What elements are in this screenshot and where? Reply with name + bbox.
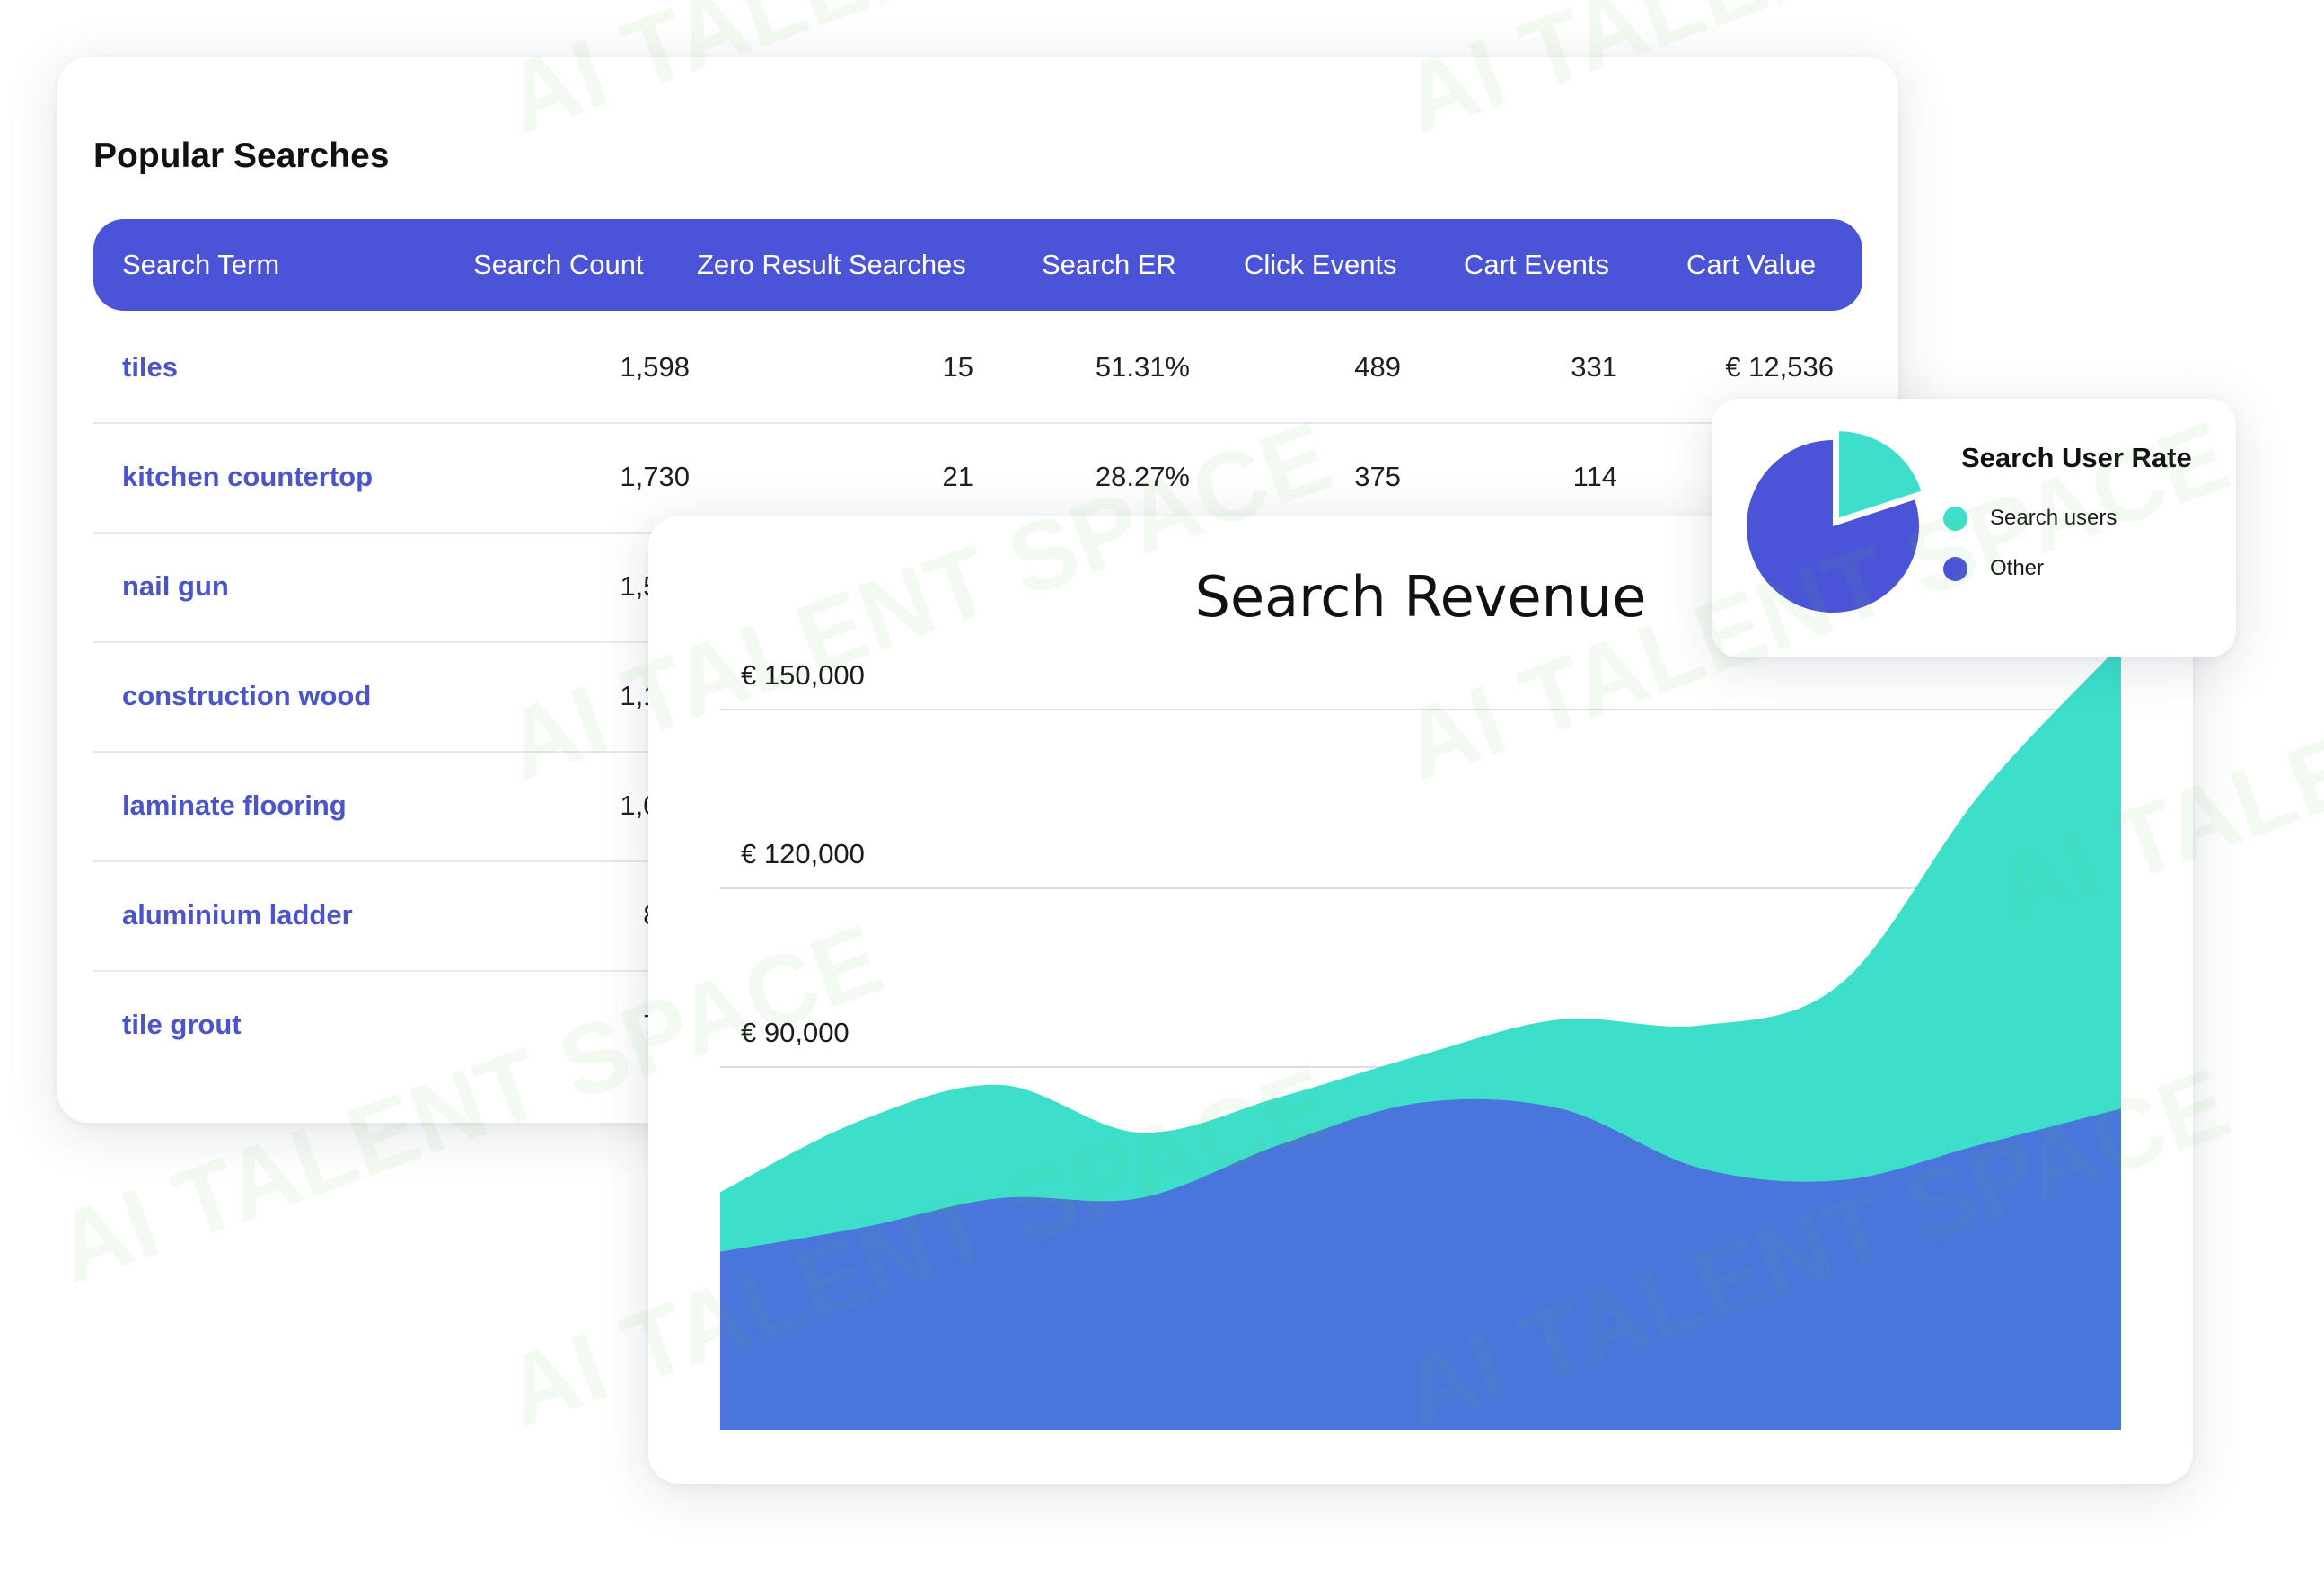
search-term-link[interactable]: construction wood bbox=[122, 641, 371, 751]
search-er-cell: 51.31% bbox=[1095, 351, 1190, 383]
search-term-link[interactable]: tile grout bbox=[122, 970, 242, 1080]
table-row[interactable]: tiles 1,598 15 51.31% 489 331 € 12,536 bbox=[93, 313, 1862, 424]
search-term-link[interactable]: tiles bbox=[122, 313, 178, 422]
column-header-zero-result-searches[interactable]: Zero Result Searches bbox=[697, 219, 966, 311]
popular-searches-title: Popular Searches bbox=[93, 137, 390, 175]
legend-swatch bbox=[1943, 557, 1967, 581]
legend-label: Search users bbox=[1990, 506, 2117, 530]
y-tick-label: € 150,000 bbox=[741, 659, 865, 691]
search-revenue-title: Search Revenue bbox=[1195, 564, 1647, 630]
column-header-search-term[interactable]: Search Term bbox=[122, 219, 279, 311]
search-count-cell: 1,598 bbox=[620, 351, 690, 383]
search-term-link[interactable]: aluminium ladder bbox=[122, 860, 353, 970]
search-user-rate-title: Search User Rate bbox=[1961, 442, 2192, 473]
chart-areas bbox=[720, 644, 2121, 1430]
zero-result-cell: 15 bbox=[942, 351, 973, 383]
column-header-click-events[interactable]: Click Events bbox=[1244, 219, 1397, 311]
search-revenue-card: Search Revenue € 150,000 € 120,000 € 90,… bbox=[648, 516, 2193, 1484]
cart-events-cell: 331 bbox=[1571, 351, 1617, 383]
legend-swatch bbox=[1943, 507, 1967, 531]
search-term-link[interactable]: nail gun bbox=[122, 532, 229, 641]
search-term-link[interactable]: laminate flooring bbox=[122, 751, 347, 860]
table-header: Search Term Search Count Zero Result Sea… bbox=[93, 219, 1862, 311]
search-term-link[interactable]: kitchen countertop bbox=[122, 422, 373, 532]
y-tick-label: € 120,000 bbox=[741, 838, 865, 869]
column-header-search-count[interactable]: Search Count bbox=[473, 219, 644, 311]
column-header-cart-value[interactable]: Cart Value bbox=[1686, 219, 1816, 311]
column-header-cart-events[interactable]: Cart Events bbox=[1464, 219, 1609, 311]
search-user-rate-pie bbox=[1747, 431, 1922, 613]
column-header-search-er[interactable]: Search ER bbox=[1042, 219, 1176, 311]
search-revenue-chart: Search Revenue € 150,000 € 120,000 € 90,… bbox=[720, 564, 2121, 1430]
search-user-rate-card: Search User Rate Search users Other bbox=[1712, 399, 2236, 657]
click-events-cell: 489 bbox=[1354, 351, 1401, 383]
legend-label: Other bbox=[1990, 556, 2045, 580]
y-tick-label: € 90,000 bbox=[741, 1017, 849, 1048]
